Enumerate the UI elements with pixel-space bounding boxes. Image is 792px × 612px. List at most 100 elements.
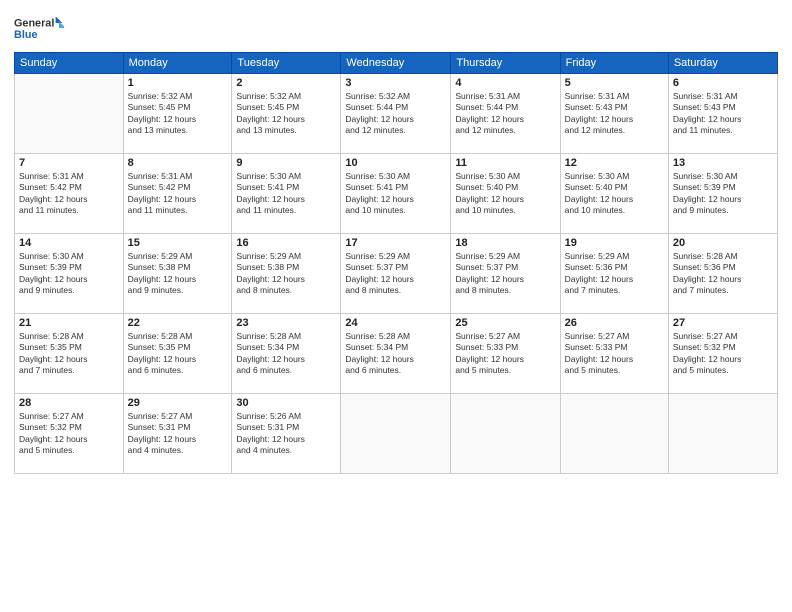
day-header-thursday: Thursday [451, 53, 560, 74]
day-header-saturday: Saturday [668, 53, 777, 74]
logo: General Blue [14, 10, 64, 46]
calendar-cell: 22 Sunrise: 5:28 AMSunset: 5:35 PMDayligh… [123, 314, 232, 394]
day-info: Sunrise: 5:27 AMSunset: 5:31 PMDaylight:… [128, 411, 228, 457]
day-number: 24 [345, 317, 446, 329]
day-info: Sunrise: 5:27 AMSunset: 5:32 PMDaylight:… [19, 411, 119, 457]
day-header-monday: Monday [123, 53, 232, 74]
calendar-cell: 29Sunrise: 5:27 AMSunset: 5:31 PMDayligh… [123, 394, 232, 474]
day-number: 7 [19, 157, 119, 169]
calendar-cell [15, 74, 124, 154]
calendar-week-3: 14 Sunrise: 5:30 AMSunset: 5:39 PMDayligh… [15, 234, 778, 314]
calendar-week-1: 1Sunrise: 5:32 AMSunset: 5:45 PMDaylight… [15, 74, 778, 154]
day-number: 10 [345, 157, 446, 169]
day-info: Sunrise: 5:27 AMSunset: 5:33 PMDaylight:… [455, 331, 555, 377]
day-number: 12 [565, 157, 664, 169]
header: General Blue [14, 10, 778, 46]
day-number: 2 [236, 77, 336, 89]
day-info: Sunrise: 5:30 AMSunset: 5:41 PMDaylight:… [345, 171, 446, 217]
calendar: SundayMondayTuesdayWednesdayThursdayFrid… [14, 52, 778, 474]
day-header-tuesday: Tuesday [232, 53, 341, 74]
day-number: 6 [673, 77, 773, 89]
day-info: Sunrise: 5:30 AMSunset: 5:40 PMDaylight:… [455, 171, 555, 217]
calendar-cell: 5 Sunrise: 5:31 AMSunset: 5:43 PMDaylight… [560, 74, 668, 154]
day-number: 30 [236, 397, 336, 409]
day-info: Sunrise: 5:29 AMSunset: 5:37 PMDaylight:… [345, 251, 446, 297]
day-number: 18 [455, 237, 555, 249]
calendar-cell: 18 Sunrise: 5:29 AMSunset: 5:37 PMDayligh… [451, 234, 560, 314]
day-number: 11 [455, 157, 555, 169]
calendar-week-2: 7 Sunrise: 5:31 AMSunset: 5:42 PMDaylight… [15, 154, 778, 234]
calendar-cell [451, 394, 560, 474]
day-number: 22 [128, 317, 228, 329]
calendar-cell: 17 Sunrise: 5:29 AMSunset: 5:37 PMDayligh… [341, 234, 451, 314]
calendar-cell: 23 Sunrise: 5:28 AMSunset: 5:34 PMDayligh… [232, 314, 341, 394]
calendar-cell: 30 Sunrise: 5:26 AMSunset: 5:31 PMDayligh… [232, 394, 341, 474]
day-number: 14 [19, 237, 119, 249]
calendar-cell: 11 Sunrise: 5:30 AMSunset: 5:40 PMDayligh… [451, 154, 560, 234]
day-info: Sunrise: 5:31 AMSunset: 5:42 PMDaylight:… [19, 171, 119, 217]
day-info: Sunrise: 5:30 AMSunset: 5:40 PMDaylight:… [565, 171, 664, 217]
day-number: 25 [455, 317, 555, 329]
calendar-cell: 21 Sunrise: 5:28 AMSunset: 5:35 PMDayligh… [15, 314, 124, 394]
calendar-cell: 16 Sunrise: 5:29 AMSunset: 5:38 PMDayligh… [232, 234, 341, 314]
day-header-friday: Friday [560, 53, 668, 74]
day-info: Sunrise: 5:29 AMSunset: 5:36 PMDaylight:… [565, 251, 664, 297]
day-number: 16 [236, 237, 336, 249]
day-number: 21 [19, 317, 119, 329]
day-info: Sunrise: 5:28 AMSunset: 5:35 PMDaylight:… [19, 331, 119, 377]
calendar-cell: 6Sunrise: 5:31 AMSunset: 5:43 PMDaylight… [668, 74, 777, 154]
calendar-cell [668, 394, 777, 474]
day-info: Sunrise: 5:31 AMSunset: 5:43 PMDaylight:… [565, 91, 664, 137]
day-number: 26 [565, 317, 664, 329]
day-info: Sunrise: 5:27 AMSunset: 5:32 PMDaylight:… [673, 331, 773, 377]
day-number: 8 [128, 157, 228, 169]
calendar-cell: 28 Sunrise: 5:27 AMSunset: 5:32 PMDayligh… [15, 394, 124, 474]
calendar-cell: 19 Sunrise: 5:29 AMSunset: 5:36 PMDayligh… [560, 234, 668, 314]
calendar-cell: 1Sunrise: 5:32 AMSunset: 5:45 PMDaylight… [123, 74, 232, 154]
day-info: Sunrise: 5:30 AMSunset: 5:39 PMDaylight:… [19, 251, 119, 297]
day-info: Sunrise: 5:29 AMSunset: 5:37 PMDaylight:… [455, 251, 555, 297]
calendar-cell: 24 Sunrise: 5:28 AMSunset: 5:34 PMDayligh… [341, 314, 451, 394]
calendar-cell [341, 394, 451, 474]
calendar-cell: 3 Sunrise: 5:32 AMSunset: 5:44 PMDaylight… [341, 74, 451, 154]
day-number: 23 [236, 317, 336, 329]
calendar-cell: 12 Sunrise: 5:30 AMSunset: 5:40 PMDayligh… [560, 154, 668, 234]
logo-svg: General Blue [14, 10, 64, 46]
calendar-cell: 2Sunrise: 5:32 AMSunset: 5:45 PMDaylight… [232, 74, 341, 154]
day-info: Sunrise: 5:29 AMSunset: 5:38 PMDaylight:… [128, 251, 228, 297]
day-info: Sunrise: 5:26 AMSunset: 5:31 PMDaylight:… [236, 411, 336, 457]
day-number: 17 [345, 237, 446, 249]
calendar-cell: 25 Sunrise: 5:27 AMSunset: 5:33 PMDayligh… [451, 314, 560, 394]
day-info: Sunrise: 5:28 AMSunset: 5:34 PMDaylight:… [236, 331, 336, 377]
day-info: Sunrise: 5:28 AMSunset: 5:36 PMDaylight:… [673, 251, 773, 297]
calendar-week-5: 28 Sunrise: 5:27 AMSunset: 5:32 PMDayligh… [15, 394, 778, 474]
calendar-cell: 4 Sunrise: 5:31 AMSunset: 5:44 PMDaylight… [451, 74, 560, 154]
day-number: 3 [345, 77, 446, 89]
day-info: Sunrise: 5:30 AMSunset: 5:41 PMDaylight:… [236, 171, 336, 217]
calendar-cell: 20 Sunrise: 5:28 AMSunset: 5:36 PMDayligh… [668, 234, 777, 314]
day-number: 20 [673, 237, 773, 249]
calendar-cell: 10 Sunrise: 5:30 AMSunset: 5:41 PMDayligh… [341, 154, 451, 234]
day-number: 28 [19, 397, 119, 409]
calendar-week-4: 21 Sunrise: 5:28 AMSunset: 5:35 PMDayligh… [15, 314, 778, 394]
day-number: 4 [455, 77, 555, 89]
day-number: 13 [673, 157, 773, 169]
day-number: 19 [565, 237, 664, 249]
calendar-cell [560, 394, 668, 474]
day-header-wednesday: Wednesday [341, 53, 451, 74]
calendar-cell: 13Sunrise: 5:30 AMSunset: 5:39 PMDayligh… [668, 154, 777, 234]
day-info: Sunrise: 5:31 AMSunset: 5:44 PMDaylight:… [455, 91, 555, 137]
day-number: 15 [128, 237, 228, 249]
day-info: Sunrise: 5:32 AMSunset: 5:44 PMDaylight:… [345, 91, 446, 137]
day-info: Sunrise: 5:28 AMSunset: 5:34 PMDaylight:… [345, 331, 446, 377]
day-number: 27 [673, 317, 773, 329]
svg-text:Blue: Blue [14, 29, 37, 41]
svg-text:General: General [14, 17, 54, 29]
calendar-cell: 8 Sunrise: 5:31 AMSunset: 5:42 PMDaylight… [123, 154, 232, 234]
day-number: 9 [236, 157, 336, 169]
calendar-cell: 27 Sunrise: 5:27 AMSunset: 5:32 PMDayligh… [668, 314, 777, 394]
day-info: Sunrise: 5:29 AMSunset: 5:38 PMDaylight:… [236, 251, 336, 297]
day-number: 5 [565, 77, 664, 89]
day-info: Sunrise: 5:28 AMSunset: 5:35 PMDaylight:… [128, 331, 228, 377]
day-info: Sunrise: 5:31 AMSunset: 5:42 PMDaylight:… [128, 171, 228, 217]
